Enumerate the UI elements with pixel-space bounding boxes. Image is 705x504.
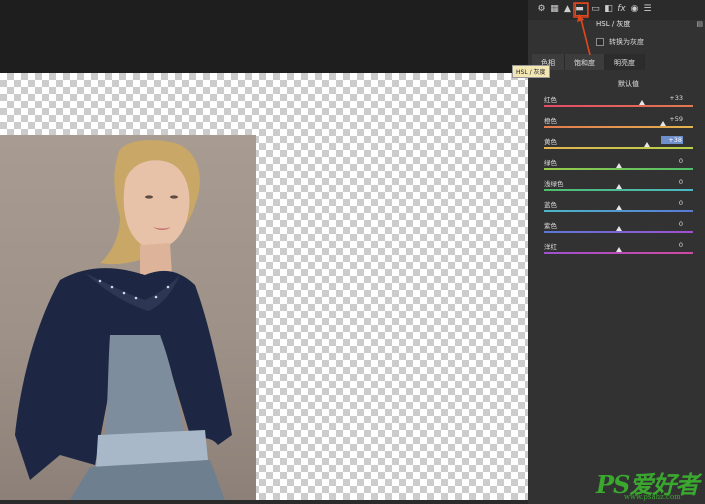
slider-row[interactable]: 蓝色 0 xyxy=(544,199,693,219)
slider-value[interactable]: 0 xyxy=(663,157,683,165)
lens-icon[interactable]: ◧ xyxy=(603,4,614,15)
slider-track[interactable] xyxy=(544,105,693,107)
slider-thumb[interactable] xyxy=(639,100,646,105)
slider-label: 洋红 xyxy=(544,243,557,251)
slider-row[interactable]: 红色 +33 xyxy=(544,94,693,114)
slider-row[interactable]: 橙色 +59 xyxy=(544,115,693,135)
slider-track[interactable] xyxy=(544,252,693,254)
slider-thumb[interactable] xyxy=(615,205,622,210)
aperture-icon[interactable]: ⚙ xyxy=(536,4,547,15)
slider-row[interactable]: 浅绿色 0 xyxy=(544,178,693,198)
default-button[interactable]: 默认值 xyxy=(618,79,639,89)
slider-track[interactable] xyxy=(544,147,693,149)
slider-value[interactable]: 0 xyxy=(663,241,683,249)
watermark-url: www.psahz.com xyxy=(624,493,681,501)
slider-thumb[interactable] xyxy=(615,226,622,231)
slider-label: 黄色 xyxy=(544,138,557,146)
slider-track[interactable] xyxy=(544,189,693,191)
slider-thumb[interactable] xyxy=(615,247,622,252)
slider-label: 浅绿色 xyxy=(544,180,564,188)
slider-thumb[interactable] xyxy=(643,142,650,147)
slider-value[interactable]: +33 xyxy=(663,94,683,102)
slider-row[interactable]: 黄色 +38 xyxy=(544,136,693,156)
convert-grayscale-checkbox[interactable] xyxy=(596,38,604,46)
slider-label: 绿色 xyxy=(544,159,557,167)
fx-icon[interactable]: fx xyxy=(616,4,627,15)
convert-grayscale-label: 转换为灰度 xyxy=(609,38,644,46)
slider-track[interactable] xyxy=(544,210,693,212)
slider-row[interactable]: 绿色 0 xyxy=(544,157,693,177)
panel-menu-icon[interactable]: ▤ xyxy=(696,20,703,28)
slider-label: 橙色 xyxy=(544,117,557,125)
slider-track[interactable] xyxy=(544,231,693,233)
tab-luminance[interactable]: 明亮度 xyxy=(605,54,645,70)
presets-icon[interactable]: ☰ xyxy=(642,4,653,15)
slider-track[interactable] xyxy=(544,168,693,170)
slider-row[interactable]: 紫色 0 xyxy=(544,220,693,240)
slider-label: 红色 xyxy=(544,96,557,104)
slider-value[interactable]: 0 xyxy=(663,178,683,186)
slider-value[interactable]: +38 xyxy=(661,136,683,144)
top-toolbar-area xyxy=(0,0,528,73)
watermark: PS爱好者 www.psahz.com xyxy=(596,465,699,501)
slider-thumb[interactable] xyxy=(660,121,667,126)
split-tone-icon[interactable]: ▭ xyxy=(590,4,601,15)
panel-title: HSL / 灰度 xyxy=(596,20,631,28)
slider-label: 蓝色 xyxy=(544,201,557,209)
slider-label: 紫色 xyxy=(544,222,557,230)
tab-saturation[interactable]: 饱和度 xyxy=(565,54,605,70)
model-photo xyxy=(0,135,256,500)
grid-icon[interactable]: ▦ xyxy=(549,4,560,15)
slider-track[interactable] xyxy=(544,126,693,128)
slider-thumb[interactable] xyxy=(615,184,622,189)
slider-value[interactable]: 0 xyxy=(663,199,683,207)
mountain-icon[interactable]: ▲ xyxy=(562,4,573,15)
convert-grayscale-row[interactable]: 转换为灰度 xyxy=(596,37,644,47)
panel-icon-bar: ⚙ ▦ ▲ ▬ ▭ ◧ fx ◉ ☰ xyxy=(528,0,705,20)
tooltip: HSL / 灰度 xyxy=(512,65,550,78)
slider-row[interactable]: 洋红 0 xyxy=(544,241,693,261)
slider-value[interactable]: 0 xyxy=(663,220,683,228)
hsl-icon[interactable] xyxy=(575,3,588,16)
canvas-bottom-edge xyxy=(0,500,528,504)
camera-raw-panel: ⚙ ▦ ▲ ▬ ▭ ◧ fx ◉ ☰ HSL / 灰度 ▤ 转换为灰度 色相 饱… xyxy=(528,0,705,504)
camera-icon[interactable]: ◉ xyxy=(629,4,640,15)
slider-thumb[interactable] xyxy=(615,163,622,168)
